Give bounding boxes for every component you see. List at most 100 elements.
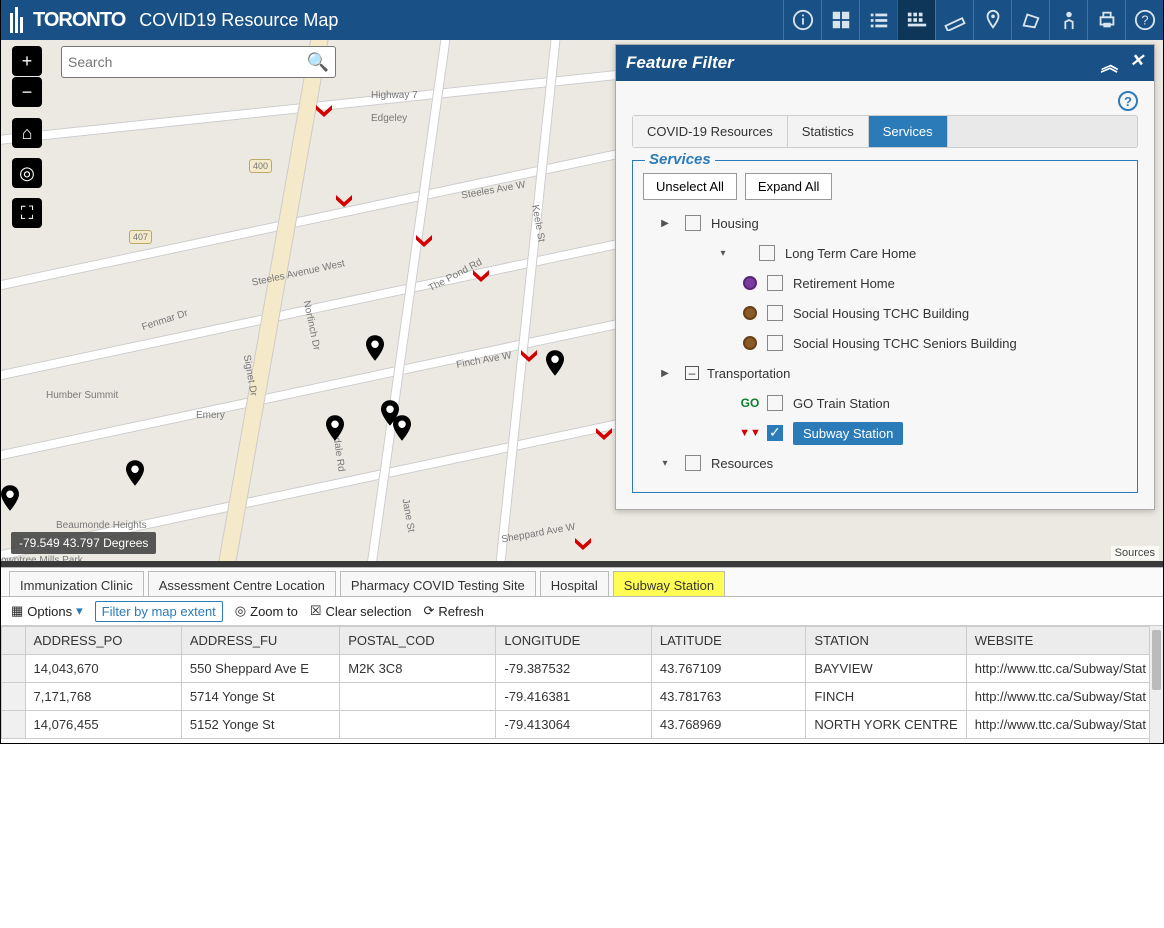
help-icon[interactable]: ? (1125, 0, 1163, 40)
col-header[interactable]: WEBSITE (966, 627, 1154, 655)
row-handle[interactable] (2, 683, 26, 711)
cell[interactable]: 550 Sheppard Ave E (181, 655, 339, 683)
cell[interactable]: FINCH (806, 683, 966, 711)
refresh-button[interactable]: ⟳Refresh (423, 603, 483, 619)
caret-icon[interactable]: ▶ (657, 218, 673, 229)
subway-marker[interactable] (336, 195, 352, 207)
caret-icon[interactable]: ▶ (657, 368, 673, 379)
attribute-table-icon[interactable] (897, 0, 935, 40)
col-header[interactable]: LATITUDE (651, 627, 806, 655)
clear-selection-button[interactable]: ☒Clear selection (310, 603, 412, 619)
row-handle[interactable] (2, 711, 26, 739)
caret-icon[interactable]: ▾ (715, 248, 731, 259)
collapse-icon[interactable]: ︽ (1101, 51, 1118, 76)
subway-marker[interactable] (596, 428, 612, 440)
cell[interactable]: 43.767109 (651, 655, 806, 683)
map-marker[interactable] (393, 415, 411, 441)
checkbox[interactable] (759, 245, 775, 261)
cell[interactable] (340, 711, 496, 739)
tree-label[interactable]: Transportation (707, 366, 790, 381)
tab-statistics[interactable]: Statistics (788, 116, 869, 147)
tab-services[interactable]: Services (869, 116, 948, 147)
cell[interactable]: -79.387532 (496, 655, 651, 683)
splitter-bar[interactable] (1, 561, 1163, 567)
expand-all-button[interactable]: Expand All (745, 173, 832, 200)
cell[interactable]: NORTH YORK CENTRE (806, 711, 966, 739)
cell[interactable]: http://www.ttc.ca/Subway/Stat (966, 655, 1154, 683)
checkbox[interactable] (767, 395, 783, 411)
list-icon[interactable] (859, 0, 897, 40)
subway-marker[interactable] (473, 270, 489, 282)
tree-label[interactable]: Subway Station (793, 422, 903, 445)
tab-covid-resources[interactable]: COVID-19 Resources (633, 116, 788, 147)
subway-marker[interactable] (521, 350, 537, 362)
cell[interactable]: 5152 Yonge St (181, 711, 339, 739)
checkbox[interactable] (767, 425, 783, 441)
checkbox[interactable] (767, 275, 783, 291)
search-icon[interactable]: 🔍 (307, 52, 329, 73)
cell[interactable]: http://www.ttc.ca/Subway/Stat (966, 683, 1154, 711)
col-header[interactable]: ADDRESS_FU (181, 627, 339, 655)
tree-node-tchc-seniors[interactable]: Social Housing TCHC Seniors Building (643, 328, 1127, 358)
options-dropdown[interactable]: ▦Options▾ (11, 603, 83, 619)
ruler-icon[interactable] (935, 0, 973, 40)
cell[interactable]: -79.413064 (496, 711, 651, 739)
panel-help-icon[interactable]: ? (1118, 91, 1138, 111)
fullscreen-button[interactable]: ⛶ (12, 198, 42, 228)
tree-node-tchc[interactable]: Social Housing TCHC Building (643, 298, 1127, 328)
tree-label[interactable]: Long Term Care Home (785, 246, 916, 261)
tree-node-ltc[interactable]: ▾ Long Term Care Home (643, 238, 1127, 268)
tree-node-resources[interactable]: ▾ Resources (643, 448, 1127, 478)
tree-node-subway[interactable]: ▼▼ Subway Station (643, 418, 1127, 448)
partial-check-icon[interactable]: – (685, 366, 699, 380)
info-icon[interactable] (783, 0, 821, 40)
tree-label[interactable]: GO Train Station (793, 396, 890, 411)
tree-label[interactable]: Resources (711, 456, 773, 471)
attr-tab-pharmacy[interactable]: Pharmacy COVID Testing Site (340, 571, 536, 596)
cell[interactable]: 43.781763 (651, 683, 806, 711)
cell[interactable] (340, 683, 496, 711)
coordinates-readout[interactable]: -79.549 43.797 Degrees (11, 532, 156, 554)
attribute-grid[interactable]: ADDRESS_PO ADDRESS_FU POSTAL_COD LONGITU… (1, 626, 1155, 743)
tree-node-transportation[interactable]: ▶ – Transportation (643, 358, 1127, 388)
map-marker[interactable] (326, 415, 344, 441)
filter-by-extent-button[interactable]: Filter by map extent (95, 601, 223, 622)
print-icon[interactable] (1087, 0, 1125, 40)
subway-marker[interactable] (416, 235, 432, 247)
tree-label[interactable]: Retirement Home (793, 276, 895, 291)
zoom-out-button[interactable]: − (12, 77, 42, 107)
grid4-icon[interactable] (821, 0, 859, 40)
tree-node-retirement[interactable]: Retirement Home (643, 268, 1127, 298)
map-marker[interactable] (546, 350, 564, 376)
cell[interactable]: 5714 Yonge St (181, 683, 339, 711)
col-header[interactable]: ADDRESS_PO (25, 627, 181, 655)
subway-marker[interactable] (575, 538, 591, 550)
streetview-icon[interactable] (1049, 0, 1087, 40)
cell[interactable]: -79.416381 (496, 683, 651, 711)
checkbox[interactable] (767, 335, 783, 351)
table-row[interactable]: 14,076,4555152 Yonge St-79.41306443.7689… (2, 711, 1155, 739)
cell[interactable]: http://www.ttc.ca/Subway/Stat (966, 711, 1154, 739)
home-extent-button[interactable]: ⌂ (12, 118, 42, 148)
locate-button[interactable]: ◎ (12, 158, 42, 188)
row-handle[interactable] (2, 655, 26, 683)
subway-marker[interactable] (316, 105, 332, 117)
attr-tab-immunization[interactable]: Immunization Clinic (9, 571, 144, 596)
col-header[interactable]: POSTAL_COD (340, 627, 496, 655)
zoom-in-button[interactable]: + (12, 46, 42, 76)
tree-node-housing[interactable]: ▶ Housing (643, 208, 1127, 238)
tree-node-go[interactable]: GO GO Train Station (643, 388, 1127, 418)
cell[interactable]: BAYVIEW (806, 655, 966, 683)
map-marker[interactable] (366, 335, 384, 361)
map-credits[interactable]: Sources (1111, 546, 1159, 560)
cell[interactable]: M2K 3C8 (340, 655, 496, 683)
col-header[interactable]: STATION (806, 627, 966, 655)
cell[interactable]: 43.768969 (651, 711, 806, 739)
cell[interactable]: 7,171,768 (25, 683, 181, 711)
checkbox[interactable] (767, 305, 783, 321)
attr-tab-hospital[interactable]: Hospital (540, 571, 609, 596)
cell[interactable]: 14,043,670 (25, 655, 181, 683)
grid-scrollbar[interactable] (1149, 626, 1163, 743)
polygon-icon[interactable] (1011, 0, 1049, 40)
caret-icon[interactable]: ▾ (657, 458, 673, 469)
